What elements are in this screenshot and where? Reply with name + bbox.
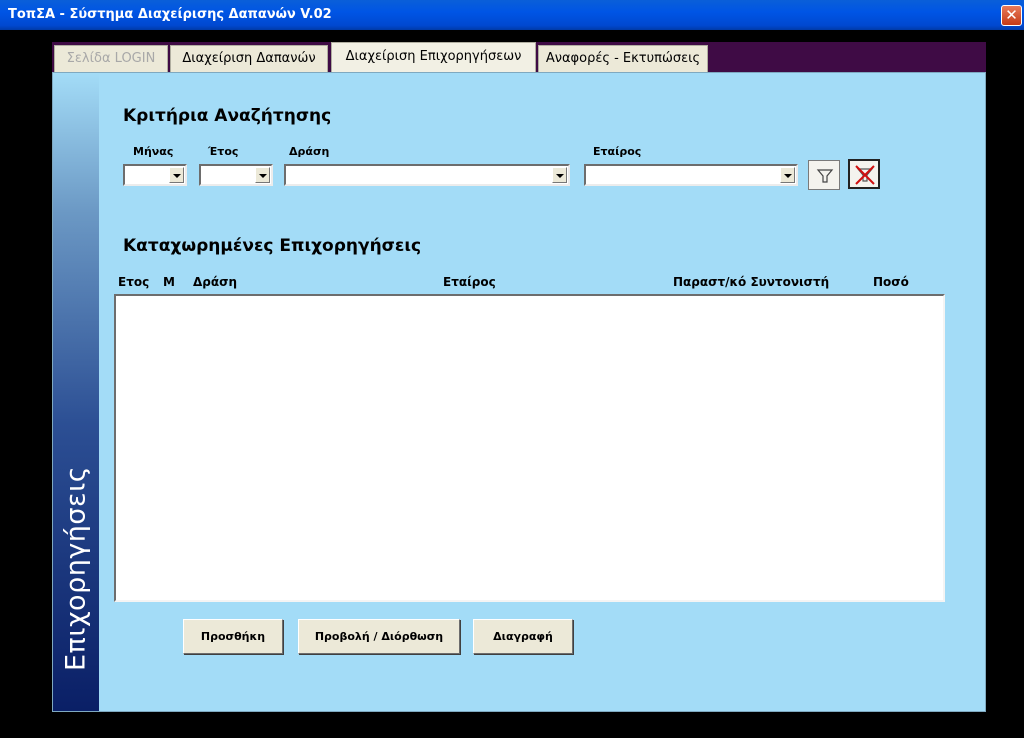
action-label: Δράση <box>289 145 330 158</box>
chevron-down-icon[interactable] <box>780 167 795 183</box>
col-header-amount: Ποσό <box>873 275 909 289</box>
chevron-down-icon[interactable] <box>169 167 184 183</box>
partner-label: Εταίρος <box>593 145 642 158</box>
tab-expenses[interactable]: Διαχείριση Δαπανών <box>170 45 328 72</box>
tab-grants[interactable]: Διαχείριση Επιχορηγήσεων <box>331 42 536 72</box>
action-select[interactable] <box>284 164 570 186</box>
grants-listbox[interactable] <box>114 294 945 602</box>
sidebar-title: Επιχορηγήσεις <box>60 465 92 671</box>
window-title: ΤοπΣΑ - Σύστημα Διαχείρισης Δαπανών V.02 <box>8 7 332 22</box>
delete-button[interactable]: Διαγραφή <box>473 619 573 654</box>
chevron-down-icon[interactable] <box>552 167 567 183</box>
window-titlebar: ΤοπΣΑ - Σύστημα Διαχείρισης Δαπανών V.02… <box>0 0 1024 30</box>
clear-filter-button[interactable] <box>848 159 880 189</box>
close-icon: ✕ <box>1005 6 1018 24</box>
partner-select[interactable] <box>584 164 798 186</box>
tab-reports[interactable]: Αναφορές - Εκτυπώσεις <box>538 45 708 72</box>
sidebar-banner: Επιχορηγήσεις <box>53 73 99 711</box>
view-edit-button[interactable]: Προβολή / Διόρθωση <box>298 619 460 654</box>
col-header-action: Δράση <box>193 275 238 289</box>
filter-button[interactable] <box>808 160 840 190</box>
funnel-icon <box>816 169 834 183</box>
clear-filter-icon <box>855 165 875 185</box>
search-criteria-title: Κριτήρια Αναζήτησης <box>123 106 332 126</box>
col-header-month: Μ <box>163 275 175 289</box>
chevron-down-icon[interactable] <box>255 167 270 183</box>
close-button[interactable]: ✕ <box>1001 5 1022 26</box>
grants-panel: Επιχορηγήσεις Κριτήρια Αναζήτησης Μήνας … <box>52 72 986 712</box>
col-header-partner: Εταίρος <box>443 275 496 289</box>
month-select[interactable] <box>123 164 187 186</box>
tab-strip: Σελίδα LOGIN Διαχείριση Δαπανών Διαχείρι… <box>52 42 986 72</box>
tab-login: Σελίδα LOGIN <box>54 45 168 72</box>
col-header-coordinator-doc: Παραστ/κό Συντονιστή <box>673 275 830 289</box>
month-label: Μήνας <box>133 145 174 158</box>
year-label: Έτος <box>208 145 239 158</box>
col-header-year: Ετος <box>118 275 150 289</box>
year-select[interactable] <box>199 164 273 186</box>
grants-list-title: Καταχωρημένες Επιχορηγήσεις <box>123 236 422 256</box>
add-button[interactable]: Προσθήκη <box>183 619 283 654</box>
